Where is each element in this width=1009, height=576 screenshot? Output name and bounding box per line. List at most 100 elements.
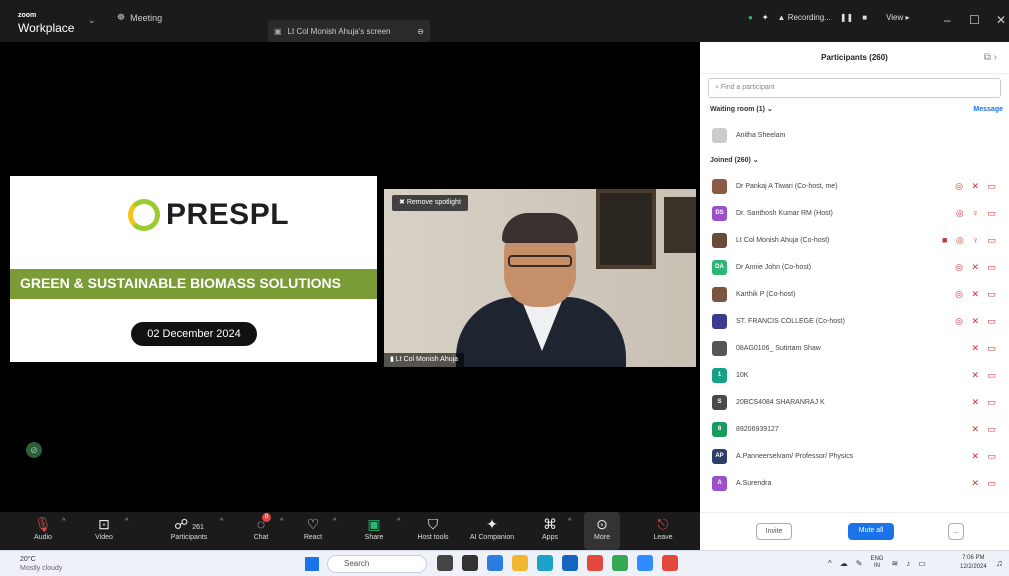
folder-icon[interactable] xyxy=(512,555,528,571)
participant-status-icons[interactable]: ✕ ▭ xyxy=(971,416,999,443)
volume-icon[interactable]: ♪ xyxy=(906,559,910,568)
recording-indicator[interactable]: ▲ Recording... xyxy=(778,13,831,22)
heart-icon: ♡ xyxy=(306,516,320,532)
participant-status-icons[interactable]: ✕ ▭ xyxy=(971,443,999,470)
participant-status-icons[interactable]: ✕ ▭ xyxy=(971,389,999,416)
app-icon[interactable] xyxy=(562,555,578,571)
app-icon[interactable] xyxy=(487,555,503,571)
message-button[interactable]: Message xyxy=(973,98,1003,122)
audio-button[interactable]: 🎙 Audio ^ xyxy=(28,512,65,550)
view-menu[interactable]: View ▸ xyxy=(886,13,909,22)
ai-companion-button[interactable]: ✦ AI Companion xyxy=(464,512,520,550)
invite-button[interactable]: Invite xyxy=(756,523,792,540)
share-button[interactable]: ▣ Share ^ xyxy=(362,512,401,550)
participants-button[interactable]: ☍ 261 Participants ^ xyxy=(164,512,224,550)
participant-status-icons[interactable]: ◎ ✕ ▭ xyxy=(955,173,999,200)
waiting-participant-row[interactable]: Anitha Sheelam xyxy=(700,122,1009,149)
chrome-icon[interactable] xyxy=(587,555,603,571)
participant-row[interactable]: ST. FRANCIS COLLEGE (Co-host) ◎ ✕ ▭ xyxy=(700,308,1009,335)
react-caret-icon[interactable]: ^ xyxy=(333,518,336,525)
chrome-icon[interactable] xyxy=(612,555,628,571)
share-caret-icon[interactable]: ^ xyxy=(397,518,400,525)
participant-row[interactable]: 08AG0106_ Sutirtam Shaw ✕ ▭ xyxy=(700,335,1009,362)
more-button[interactable]: ⊙ More xyxy=(584,512,620,550)
more-options-button[interactable]: ... xyxy=(948,523,964,540)
start-icon[interactable] xyxy=(305,557,319,571)
participant-row[interactable]: DA Dr Annie John (Co-host) ◎ ✕ ▭ xyxy=(700,254,1009,281)
speaker-video-tile[interactable]: ✖ Remove spotlight ▮ Lt Col Monish Ahuja xyxy=(384,189,696,367)
mute-all-button[interactable]: Mute all xyxy=(848,523,894,540)
chevron-down-icon[interactable]: ⌄ xyxy=(88,15,96,26)
logo-ring-icon xyxy=(128,199,160,231)
avatar: S xyxy=(712,395,727,410)
participant-row[interactable]: 8 89206939127 ✕ ▭ xyxy=(700,416,1009,443)
leave-button[interactable]: ⎋ Leave xyxy=(650,512,676,550)
meeting-menu[interactable]: ☸ Meeting xyxy=(117,12,162,23)
pinned-apps xyxy=(437,555,678,571)
maximize-icon[interactable]: ☐ xyxy=(969,13,980,27)
participant-status-icons[interactable]: ✕ ▭ xyxy=(971,335,999,362)
participant-row[interactable]: A A.Surendra ✕ ▭ xyxy=(700,470,1009,497)
camera-off-icon: ⊡ xyxy=(98,516,110,532)
participant-status-icons[interactable]: ◎ ✕ ▭ xyxy=(955,281,999,308)
participant-status-icons[interactable]: ■ ◎ ♀ ▭ xyxy=(942,227,999,254)
react-button[interactable]: ♡ React ^ xyxy=(301,512,336,550)
app-icon[interactable] xyxy=(662,555,678,571)
participant-row[interactable]: Dr Pankaj A Tiwari (Co-host, me) ◎ ✕ ▭ xyxy=(700,173,1009,200)
weather-widget[interactable]: 20°C Mostly cloudy xyxy=(20,555,62,573)
apps-caret-icon[interactable]: ^ xyxy=(568,518,571,525)
popout-icon[interactable]: ⧉ › xyxy=(984,42,997,74)
participant-row[interactable]: AP A.Panneerselvam/ Professor/ Physics ✕ ▭ xyxy=(700,443,1009,470)
edge-icon[interactable] xyxy=(537,555,553,571)
participant-name: Lt Col Monish Ahuja (Co-host) xyxy=(736,237,830,244)
participant-row[interactable]: S 20BCS4084 SHARANRAJ K ✕ ▭ xyxy=(700,389,1009,416)
participant-row[interactable]: Lt Col Monish Ahuja (Co-host) ■ ◎ ♀ ▭ xyxy=(700,227,1009,254)
options-icon[interactable]: ⊖ xyxy=(417,27,424,36)
avatar xyxy=(712,314,727,329)
pause-recording-icon[interactable]: ❚❚ xyxy=(840,13,853,22)
zoom-icon[interactable] xyxy=(637,555,653,571)
close-icon[interactable]: ✕ xyxy=(996,13,1006,27)
participant-status-icons[interactable]: ✕ ▭ xyxy=(971,470,999,497)
participants-caret-icon[interactable]: ^ xyxy=(220,518,223,525)
stop-recording-icon[interactable]: ■ xyxy=(862,13,867,22)
participant-row[interactable]: Karthik P (Co-host) ◎ ✕ ▭ xyxy=(700,281,1009,308)
cloud-icon[interactable]: ☁ xyxy=(840,559,848,568)
chat-button[interactable]: ◌ 8 Chat ^ xyxy=(248,512,283,550)
apps-button[interactable]: ⌘ Apps ^ xyxy=(538,512,571,550)
clock[interactable]: 7:06 PM 12/2/2024 xyxy=(960,554,987,572)
chevron-up-icon[interactable]: ^ xyxy=(828,559,832,568)
video-caret-icon[interactable]: ^ xyxy=(125,518,128,525)
chat-caret-icon[interactable]: ^ xyxy=(280,518,283,525)
joined-header[interactable]: Joined (260) ⌄ xyxy=(700,149,1009,173)
participant-row[interactable]: DS Dr. Santhosh Kumar RM (Host) ◎ ♀ ▭ xyxy=(700,200,1009,227)
screen-share-indicator[interactable]: ▣ Lt Col Monish Ahuja's screen ⊖ xyxy=(268,20,430,42)
language-indicator[interactable]: ENG IN xyxy=(870,556,883,570)
wifi-icon[interactable]: ≋ xyxy=(891,559,898,568)
participants-icon: ☍ 261 xyxy=(174,516,204,532)
screen-icon: ▣ xyxy=(274,26,282,36)
minimize-icon[interactable]: – xyxy=(944,13,951,27)
participant-status-icons[interactable]: ◎ ♀ ▭ xyxy=(956,200,999,227)
waiting-room-header[interactable]: Waiting room (1) ⌄ Message xyxy=(700,98,1009,122)
pen-icon[interactable]: ✎ xyxy=(856,559,863,568)
participant-status-icons[interactable]: ◎ ✕ ▭ xyxy=(955,254,999,281)
panel-header: Participants (260) ⧉ › xyxy=(700,42,1009,74)
app-icon[interactable] xyxy=(437,555,453,571)
audio-caret-icon[interactable]: ^ xyxy=(62,518,65,525)
battery-icon[interactable]: ▭ xyxy=(918,559,926,568)
taskbar-search[interactable]: Search xyxy=(327,555,427,573)
more-icon: ⊙ xyxy=(596,516,608,532)
encryption-shield-icon[interactable]: ● xyxy=(748,13,753,22)
participant-status-icons[interactable]: ✕ ▭ xyxy=(971,362,999,389)
security-shield-icon[interactable]: ⊘ xyxy=(26,442,42,458)
apps-spark-icon[interactable]: ✦ xyxy=(762,13,769,22)
app-icon[interactable] xyxy=(462,555,478,571)
notification-icon[interactable]: ♫ xyxy=(996,558,1003,568)
video-button[interactable]: ⊡ Video ^ xyxy=(89,512,128,550)
remove-spotlight-button[interactable]: ✖ Remove spotlight xyxy=(392,195,468,211)
participant-status-icons[interactable]: ◎ ✕ ▭ xyxy=(955,308,999,335)
host-tools-button[interactable]: ⛉ Host tools xyxy=(414,512,452,550)
participant-row[interactable]: 1 10K ✕ ▭ xyxy=(700,362,1009,389)
participant-search-input[interactable]: ⌕ Find a participant xyxy=(708,78,1001,98)
